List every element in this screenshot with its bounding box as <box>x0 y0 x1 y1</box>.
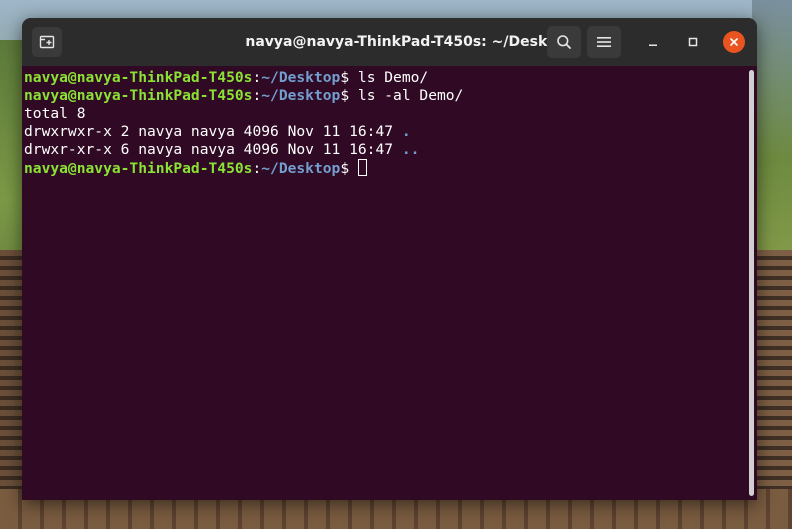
prompt-user: navya@navya-ThinkPad-T450s <box>24 160 253 177</box>
prompt-path: ~/Desktop <box>261 69 341 86</box>
new-tab-icon <box>39 35 55 49</box>
minimize-icon <box>649 44 657 46</box>
prompt-separator: : <box>252 69 262 86</box>
search-button[interactable] <box>547 26 581 58</box>
terminal-output-line: drwxr-xr-x 6 navya navya 4096 Nov 11 16:… <box>24 141 757 159</box>
prompt-symbol: $ <box>340 69 358 86</box>
prompt-separator: : <box>252 87 262 104</box>
minimize-button[interactable] <box>642 31 664 53</box>
menu-button[interactable] <box>587 26 621 58</box>
close-icon <box>730 38 738 46</box>
output-text: drwxrwxr-x 2 navya navya 4096 Nov 11 16:… <box>24 123 402 140</box>
terminal-prompt-line: navya@navya-ThinkPad-T450s:~/Desktop$ <box>24 159 757 177</box>
prompt-symbol: $ <box>340 87 358 104</box>
command-text: ls Demo/ <box>357 69 429 86</box>
output-text: total 8 <box>24 105 86 122</box>
hamburger-menu-icon <box>597 37 611 47</box>
directory-name: . <box>401 123 411 140</box>
terminal-cursor <box>357 159 367 176</box>
close-button[interactable] <box>723 31 745 53</box>
command-text: ls -al Demo/ <box>357 87 464 104</box>
output-text: drwxr-xr-x 6 navya navya 4096 Nov 11 16:… <box>24 141 402 158</box>
prompt-user: navya@navya-ThinkPad-T450s <box>24 69 253 86</box>
new-tab-button[interactable] <box>32 27 62 57</box>
terminal-output-line: total 8 <box>24 105 757 123</box>
prompt-user: navya@navya-ThinkPad-T450s <box>24 87 253 104</box>
window-titlebar[interactable]: navya@navya-ThinkPad-T450s: ~/Desktop <box>22 18 757 66</box>
prompt-path: ~/Desktop <box>261 87 341 104</box>
terminal-output-line: drwxrwxr-x 2 navya navya 4096 Nov 11 16:… <box>24 123 757 141</box>
search-icon <box>557 35 571 49</box>
terminal-window: navya@navya-ThinkPad-T450s: ~/Desktop na… <box>22 18 757 500</box>
terminal-prompt-line: navya@navya-ThinkPad-T450s:~/Desktop$ ls… <box>24 69 757 87</box>
prompt-path: ~/Desktop <box>261 160 341 177</box>
wallpaper-bridge-rail-left <box>0 250 22 490</box>
terminal-scrollbar[interactable] <box>749 70 754 496</box>
prompt-symbol: $ <box>340 160 358 177</box>
directory-name: .. <box>401 141 420 158</box>
maximize-icon <box>688 37 698 47</box>
wallpaper-bridge-rail-right <box>756 250 792 490</box>
maximize-button[interactable] <box>682 31 704 53</box>
terminal-prompt-line: navya@navya-ThinkPad-T450s:~/Desktop$ ls… <box>24 87 757 105</box>
terminal-output[interactable]: navya@navya-ThinkPad-T450s:~/Desktop$ ls… <box>22 66 757 500</box>
prompt-separator: : <box>252 160 262 177</box>
